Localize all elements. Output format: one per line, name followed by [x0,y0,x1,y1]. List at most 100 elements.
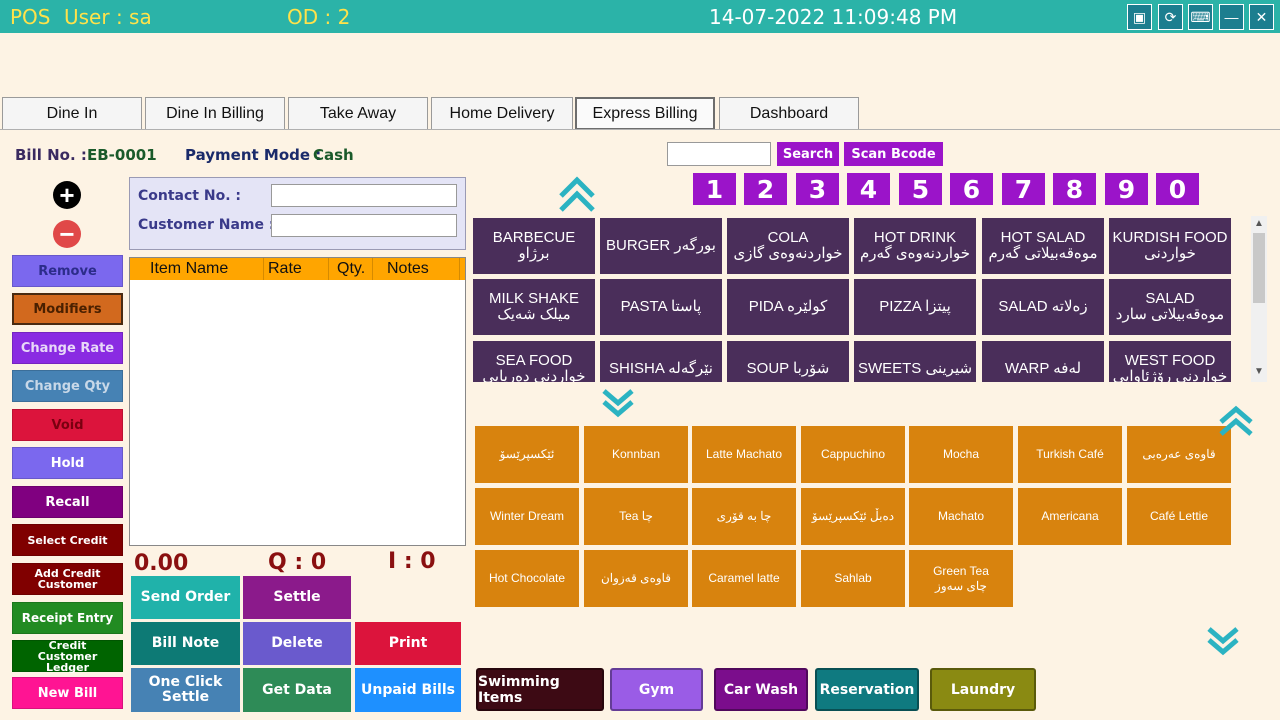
item-tea[interactable]: Tea چا [584,488,688,545]
modifiers-button[interactable]: Modifiers [12,293,123,325]
order-grid[interactable]: Item Name Rate Qty. Notes [129,257,466,546]
item-cappuchino[interactable]: Cappuchino [801,426,905,483]
category-scrollbar[interactable]: ▲ ▼ [1251,216,1267,382]
item-green-tea[interactable]: Green Tea چای سەوز [909,550,1013,607]
receipt-entry-button[interactable]: Receipt Entry [12,602,123,634]
laundry-button[interactable]: Laundry [930,668,1036,711]
category-sea-food[interactable]: SEA FOOD خواردنی دەریایی [473,341,595,382]
item-arabic-coffee[interactable]: قاوەی عەرەبی [1127,426,1231,483]
number-button-5[interactable]: 5 [899,173,942,205]
add-credit-customer-button[interactable]: Add Credit Customer [12,563,123,595]
category-west-food[interactable]: WEST FOOD خواردنی رۆژئاوایی [1109,341,1231,382]
swimming-items-button[interactable]: Swimming Items [476,668,604,711]
void-button[interactable]: Void [12,409,123,441]
delete-button[interactable]: Delete [243,622,351,665]
category-cola[interactable]: COLA خواردنەوەی گازی [727,218,849,274]
refresh-icon[interactable]: ⟳ [1158,4,1183,30]
items-scroll-down-icon[interactable] [1206,625,1240,657]
category-scroll-down-icon[interactable] [601,387,635,419]
tab-dashboard[interactable]: Dashboard [719,97,859,130]
change-qty-button[interactable]: Change Qty [12,370,123,402]
bill-no-value: EB-0001 [87,146,157,164]
new-bill-button[interactable]: New Bill [12,677,123,709]
cashdrawer-icon[interactable]: ▣ [1127,4,1152,30]
reservation-button[interactable]: Reservation [815,668,919,711]
minimize-icon[interactable]: — [1219,4,1244,30]
number-button-4[interactable]: 4 [847,173,890,205]
category-barbecue[interactable]: BARBECUE برژاو [473,218,595,274]
customer-name-input[interactable] [271,214,457,237]
number-button-2[interactable]: 2 [744,173,787,205]
category-pida[interactable]: PIDA کولێرە [727,279,849,335]
keyboard-icon[interactable]: ⌨ [1188,4,1213,30]
item-machato[interactable]: Machato [909,488,1013,545]
number-button-7[interactable]: 7 [1002,173,1045,205]
hold-button[interactable]: Hold [12,447,123,479]
scan-barcode-button[interactable]: Scan Bcode [844,142,943,166]
remove-icon[interactable]: − [53,219,81,249]
tab-dine-in-billing[interactable]: Dine In Billing [145,97,285,130]
category-salad-cold[interactable]: SALAD موەقەبیلاتی سارد [1109,279,1231,335]
category-warp[interactable]: WARP لەفە [982,341,1104,382]
scroll-thumb[interactable] [1253,233,1265,303]
add-icon[interactable]: + [53,180,81,210]
tab-express-billing[interactable]: Express Billing [575,97,715,130]
print-button[interactable]: Print [355,622,461,665]
item-mocha[interactable]: Mocha [909,426,1013,483]
number-button-1[interactable]: 1 [693,173,736,205]
search-input[interactable] [667,142,771,166]
number-button-3[interactable]: 3 [796,173,839,205]
credit-customer-ledger-button[interactable]: Credit Customer Ledger [12,640,123,673]
item-espresso[interactable]: ئێکسپرێسۆ [475,426,579,483]
number-button-8[interactable]: 8 [1053,173,1096,205]
category-kurdish-food[interactable]: KURDISH FOOD خواردنی [1109,218,1231,274]
one-click-settle-button[interactable]: One Click Settle [131,668,240,712]
item-caramel-latte[interactable]: Caramel latte [692,550,796,607]
gym-button[interactable]: Gym [610,668,703,711]
category-soup[interactable]: SOUP شۆربا [727,341,849,382]
tab-dine-in[interactable]: Dine In [2,97,142,130]
item-tea-pot[interactable]: چا بە قۆری [692,488,796,545]
item-double-espresso[interactable]: دەبڵ ئێکسپرێسۆ [801,488,905,545]
item-qazwan-coffee[interactable]: قاوەی قەزوان [584,550,688,607]
items-scroll-up-icon[interactable] [1218,404,1254,438]
category-milk-shake[interactable]: MILK SHAKE میلک شەیک [473,279,595,335]
item-hot-chocolate[interactable]: Hot Chocolate [475,550,579,607]
category-salad[interactable]: SALAD زەلاتە [982,279,1104,335]
category-sweets[interactable]: SWEETS شیرینی [854,341,976,382]
recall-button[interactable]: Recall [12,486,123,518]
unpaid-bills-button[interactable]: Unpaid Bills [355,668,461,712]
scroll-up-arrow-icon[interactable]: ▲ [1254,218,1264,229]
tab-home-delivery[interactable]: Home Delivery [431,97,573,130]
item-cafe-lettie[interactable]: Café Lettie [1127,488,1231,545]
scroll-down-arrow-icon[interactable]: ▼ [1254,366,1264,377]
item-latte-machato[interactable]: Latte Machato [692,426,796,483]
change-rate-button[interactable]: Change Rate [12,332,123,364]
settle-button[interactable]: Settle [243,576,351,619]
category-scroll-up-icon[interactable] [557,174,597,214]
select-credit-button[interactable]: Select Credit [12,524,123,556]
category-pasta[interactable]: PASTA پاستا [600,279,722,335]
number-button-9[interactable]: 9 [1105,173,1148,205]
category-pizza[interactable]: PIZZA پیتزا [854,279,976,335]
category-shisha[interactable]: SHISHA نێرگەلە [600,341,722,382]
bill-note-button[interactable]: Bill Note [131,622,240,665]
contact-no-input[interactable] [271,184,457,207]
item-turkish-cafe[interactable]: Turkish Café [1018,426,1122,483]
search-button[interactable]: Search [777,142,839,166]
remove-button[interactable]: Remove [12,255,123,287]
close-icon[interactable]: ✕ [1249,4,1274,30]
car-wash-button[interactable]: Car Wash [714,668,808,711]
item-winter-dream[interactable]: Winter Dream [475,488,579,545]
category-hot-drink[interactable]: HOT DRINK خواردنەوەی گەرم [854,218,976,274]
number-button-6[interactable]: 6 [950,173,993,205]
item-konnban[interactable]: Konnban [584,426,688,483]
tab-take-away[interactable]: Take Away [288,97,428,130]
item-americana[interactable]: Americana [1018,488,1122,545]
send-order-button[interactable]: Send Order [131,576,240,619]
get-data-button[interactable]: Get Data [243,668,351,712]
category-burger[interactable]: BURGER بورگەر [600,218,722,274]
item-sahlab[interactable]: Sahlab [801,550,905,607]
category-hot-salad[interactable]: HOT SALAD موەقەبیلاتی گەرم [982,218,1104,274]
number-button-0[interactable]: 0 [1156,173,1199,205]
